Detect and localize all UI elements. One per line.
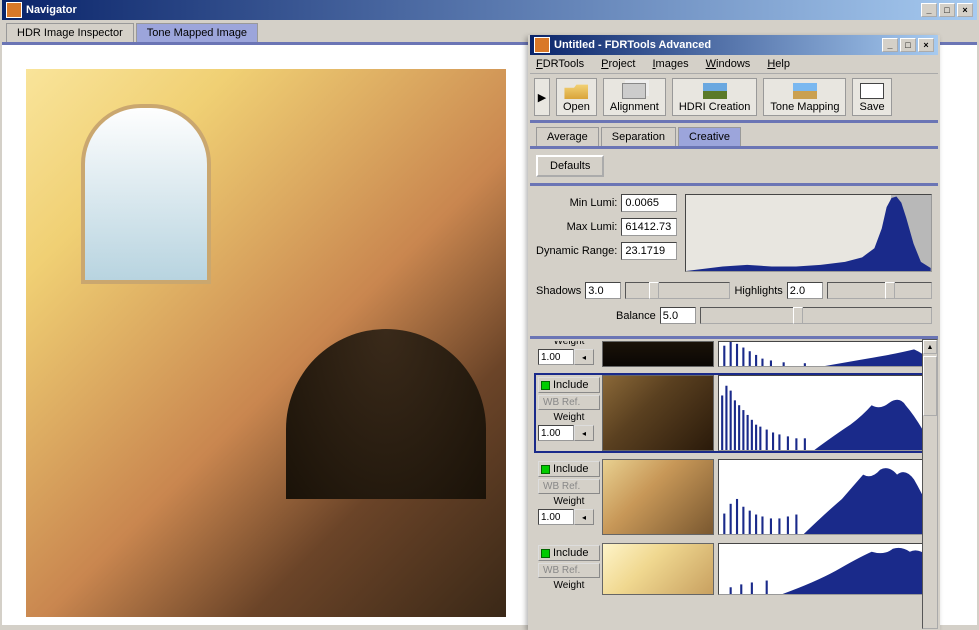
open-button[interactable]: Open <box>556 78 597 116</box>
menubar: FDRTools Project Images Windows Help <box>530 55 938 74</box>
source-histogram[interactable] <box>718 375 932 451</box>
preview-image[interactable] <box>26 69 506 617</box>
menu-images[interactable]: Images <box>652 58 688 70</box>
weight-spinner[interactable]: ◂ <box>574 349 594 365</box>
defaults-button[interactable]: Defaults <box>536 155 604 177</box>
fdrtools-window: Untitled - FDRTools Advanced _ □ × FDRTo… <box>528 35 940 630</box>
source-thumbnail[interactable] <box>602 459 714 535</box>
source-histogram[interactable] <box>718 341 932 367</box>
balance-input[interactable] <box>660 307 696 324</box>
tone-icon <box>793 83 817 99</box>
weight-spinner[interactable]: ◂ <box>574 509 594 525</box>
expand-button[interactable]: ▶ <box>534 78 550 116</box>
save-button[interactable]: Save <box>852 78 891 116</box>
weight-label: Weight <box>538 580 600 591</box>
tab-hdr-inspector[interactable]: HDR Image Inspector <box>6 23 134 42</box>
min-lumi-label: Min Lumi: <box>570 197 618 209</box>
include-button[interactable]: Include <box>538 377 600 393</box>
dynamic-range-label: Dynamic Range: <box>536 245 617 257</box>
max-lumi-label: Max Lumi: <box>567 221 618 233</box>
navigator-titlebar[interactable]: Navigator _ □ × <box>2 0 977 20</box>
save-icon <box>860 83 884 99</box>
weight-spinner[interactable]: ◂ <box>574 425 594 441</box>
weight-input[interactable] <box>538 425 574 441</box>
balance-label: Balance <box>616 310 656 322</box>
weight-label: Weight <box>538 339 600 347</box>
source-item[interactable]: Include WB Ref. Weight <box>534 541 934 597</box>
app-icon <box>6 2 22 18</box>
minimize-button[interactable]: _ <box>882 38 898 52</box>
tab-tone-mapped[interactable]: Tone Mapped Image <box>136 23 258 42</box>
source-thumbnail[interactable] <box>602 341 714 367</box>
shadows-input[interactable] <box>585 282 621 299</box>
source-item[interactable]: Include WB Ref. Weight ◂ <box>534 457 934 537</box>
include-button[interactable]: Include <box>538 461 600 477</box>
menu-project[interactable]: Project <box>601 58 635 70</box>
include-button[interactable]: Include <box>538 545 600 561</box>
wb-ref-button[interactable]: WB Ref. <box>538 479 600 494</box>
menu-help[interactable]: Help <box>767 58 790 70</box>
shadows-slider[interactable] <box>625 282 730 299</box>
alignment-button[interactable]: Alignment <box>603 78 666 116</box>
fdr-titlebar[interactable]: Untitled - FDRTools Advanced _ □ × <box>530 35 938 55</box>
highlights-slider[interactable] <box>827 282 932 299</box>
dynamic-range-input[interactable] <box>621 242 677 260</box>
navigator-title: Navigator <box>26 4 921 16</box>
source-images-list: Weight ◂ Include WB Ref. Weight ◂ <box>530 339 938 629</box>
source-thumbnail[interactable] <box>602 543 714 595</box>
highlights-label: Highlights <box>734 285 782 297</box>
highlights-input[interactable] <box>787 282 823 299</box>
tab-average[interactable]: Average <box>536 127 599 146</box>
source-histogram[interactable] <box>718 543 932 595</box>
weight-input[interactable] <box>538 349 574 365</box>
weight-label: Weight <box>538 412 600 423</box>
source-item: Weight ◂ <box>534 339 934 369</box>
maximize-button[interactable]: □ <box>939 3 955 17</box>
wb-ref-button[interactable]: WB Ref. <box>538 563 600 578</box>
min-lumi-input[interactable] <box>621 194 677 212</box>
alignment-icon <box>622 83 646 99</box>
max-lumi-input[interactable] <box>621 218 677 236</box>
close-button[interactable]: × <box>957 3 973 17</box>
fdr-title: Untitled - FDRTools Advanced <box>554 39 882 51</box>
source-item[interactable]: Include WB Ref. Weight ◂ <box>534 373 934 453</box>
maximize-button[interactable]: □ <box>900 38 916 52</box>
weight-label: Weight <box>538 496 600 507</box>
main-histogram[interactable] <box>685 194 932 272</box>
close-button[interactable]: × <box>918 38 934 52</box>
weight-input[interactable] <box>538 509 574 525</box>
shadows-label: Shadows <box>536 285 581 297</box>
balance-slider[interactable] <box>700 307 932 324</box>
hdri-creation-button[interactable]: HDRI Creation <box>672 78 758 116</box>
minimize-button[interactable]: _ <box>921 3 937 17</box>
scroll-thumb[interactable] <box>923 356 937 416</box>
folder-icon <box>564 83 588 99</box>
app-icon <box>534 37 550 53</box>
source-thumbnail[interactable] <box>602 375 714 451</box>
scrollbar[interactable]: ▲ <box>922 339 938 629</box>
tab-separation[interactable]: Separation <box>601 127 676 146</box>
parameters-panel: Min Lumi: Max Lumi: Dynamic Range: <box>530 186 938 339</box>
defaults-row: Defaults <box>530 149 938 186</box>
tone-mapping-button[interactable]: Tone Mapping <box>763 78 846 116</box>
tab-creative[interactable]: Creative <box>678 127 741 146</box>
source-histogram[interactable] <box>718 459 932 535</box>
toolbar: ▶ Open Alignment HDRI Creation Tone Mapp… <box>530 74 938 123</box>
mode-tabs: Average Separation Creative <box>530 123 938 149</box>
scroll-up-button[interactable]: ▲ <box>923 340 937 354</box>
hdri-icon <box>703 83 727 99</box>
wb-ref-button[interactable]: WB Ref. <box>538 395 600 410</box>
menu-windows[interactable]: Windows <box>706 58 751 70</box>
menu-fdrtools[interactable]: FDRTools <box>536 58 584 70</box>
